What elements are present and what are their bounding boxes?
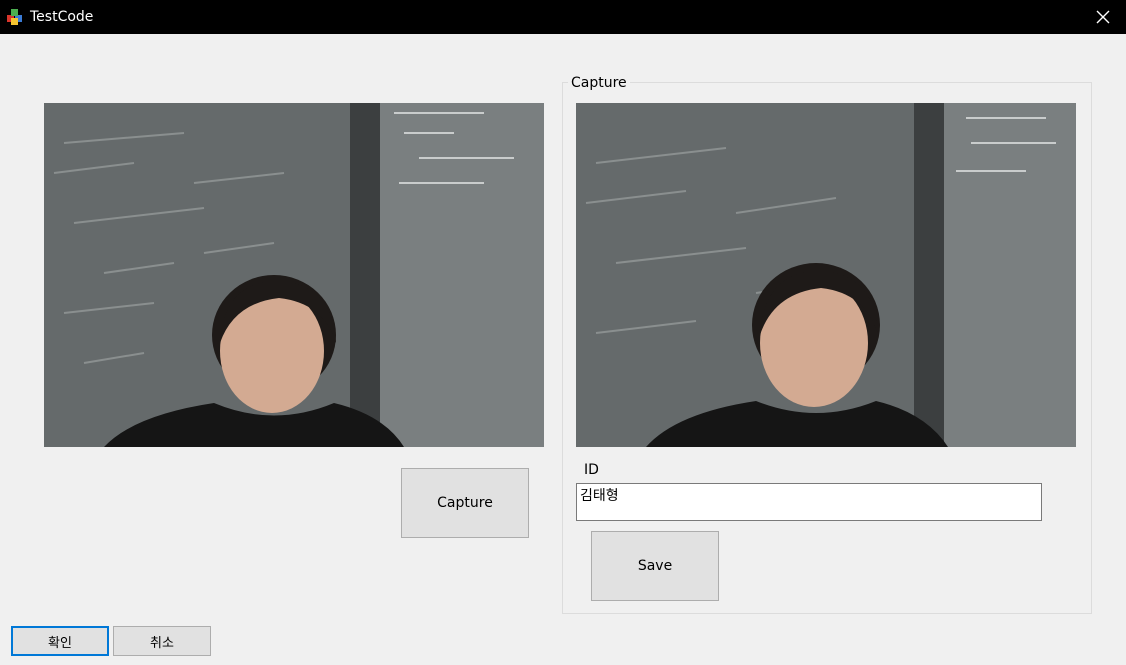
capture-button[interactable]: Capture: [401, 468, 529, 538]
save-button[interactable]: Save: [591, 531, 719, 601]
ok-button[interactable]: 확인: [11, 626, 109, 656]
close-icon: [1096, 10, 1110, 24]
captured-image: [576, 103, 1076, 447]
window-title: TestCode: [30, 9, 94, 25]
app-cube-icon: [7, 9, 22, 25]
cancel-button[interactable]: 취소: [113, 626, 211, 656]
id-input[interactable]: [576, 483, 1042, 521]
close-button[interactable]: [1080, 0, 1126, 34]
id-label: ID: [584, 462, 599, 478]
camera-frame-image: [44, 103, 544, 447]
live-camera-preview: [44, 103, 544, 447]
title-bar: TestCode: [0, 0, 1126, 34]
captured-frame-image: [576, 103, 1076, 447]
capture-group-title: Capture: [568, 74, 630, 92]
